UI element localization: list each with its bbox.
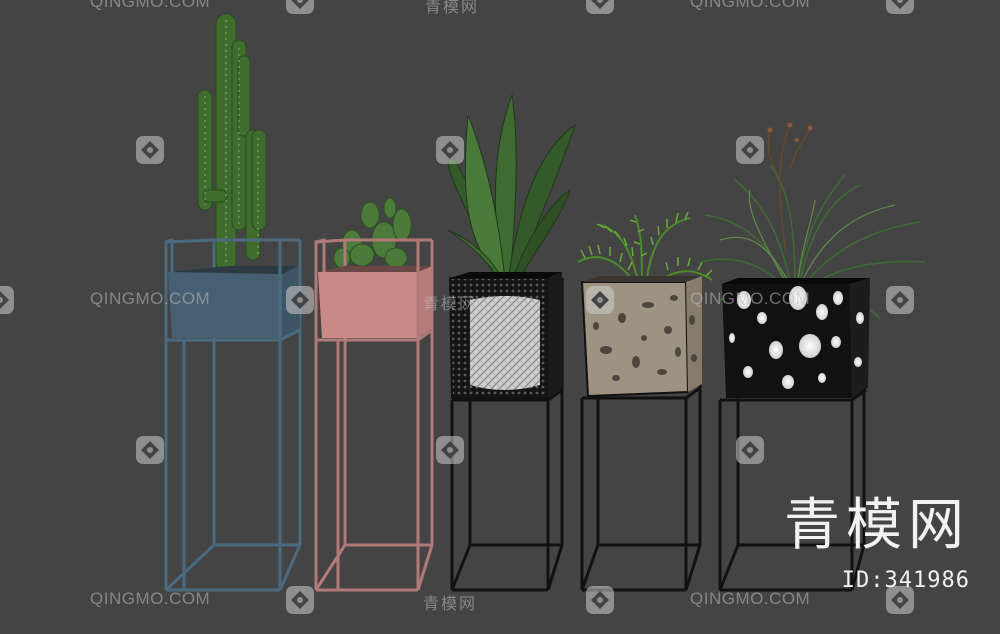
watermark-logo-icon [436,436,464,464]
watermark-text: QINGMO.COM [90,0,211,11]
watermark-logo-icon [736,436,764,464]
cactus-icon [197,13,267,273]
watermark-logo-icon [736,136,764,164]
watermark-logo-icon [286,286,314,314]
watermark-text: 青模网 [423,296,478,313]
watermark-text: 青模网 [423,596,478,613]
watermark-logo-icon [586,286,614,314]
watermark-logo-icon [886,286,914,314]
watermark-text: QINGMO.COM [690,289,811,308]
model-id-label: ID:341986 [841,568,970,593]
watermark-text: QINGMO.COM [690,589,811,608]
watermark-logo-icon [136,436,164,464]
watermark-logo-icon [136,136,164,164]
product-render: QINGMO.COM 青模网 QINGMO.COM QINGMO.COM 青模网… [0,0,1000,630]
watermark-text: QINGMO.COM [90,589,211,608]
watermark-logo-icon [436,136,464,164]
pink-stand [314,197,434,592]
watermark-logo-icon [0,286,14,314]
brand-mark: 青模网 [784,493,970,558]
watermark-text: QINGMO.COM [690,0,811,11]
mesh-stand [447,94,576,592]
watermark-logo-icon [286,586,314,614]
watermark-logo-icon [586,0,614,14]
watermark-text: 青模网 [425,0,480,16]
watermark-logo-icon [586,586,614,614]
watermark-logo-icon [286,0,314,14]
watermark-text: QINGMO.COM [90,289,211,308]
agave-icon [447,94,576,284]
watermark-logo-icon [886,0,914,14]
terrazzo-stand [577,211,713,592]
